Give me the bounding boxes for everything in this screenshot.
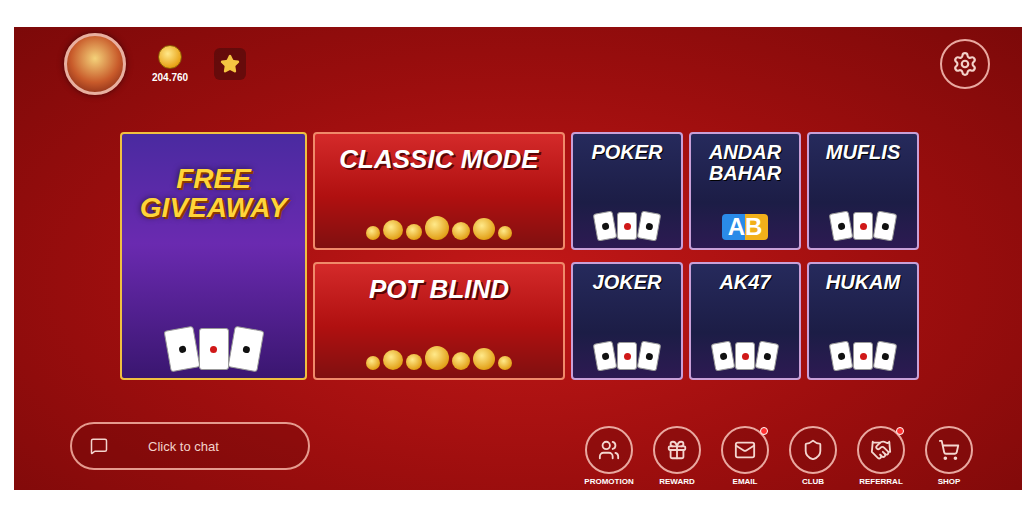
nav-icon bbox=[666, 439, 688, 461]
cards-icon bbox=[595, 342, 659, 370]
game-title: JOKER bbox=[593, 272, 662, 293]
game-badge: AB bbox=[722, 214, 769, 240]
settings-button[interactable] bbox=[940, 39, 990, 89]
nav-icon bbox=[734, 439, 756, 461]
game-title: FREE GIVEAWAY bbox=[126, 164, 301, 223]
notification-dot bbox=[760, 427, 768, 435]
cards-icon bbox=[831, 342, 895, 370]
chat-placeholder: Click to chat bbox=[148, 439, 219, 454]
game-grid: FREE GIVEAWAY CLASSIC MODE POKER ANDAR BAHA… bbox=[120, 132, 1022, 380]
nav-button bbox=[653, 426, 701, 474]
coin-icon bbox=[158, 45, 182, 69]
avatar-icon[interactable] bbox=[64, 33, 126, 95]
chat-icon bbox=[90, 437, 108, 455]
nav-label: REFERRAL bbox=[859, 477, 903, 486]
game-tile[interactable]: JOKER bbox=[571, 262, 683, 380]
game-tile[interactable]: CLASSIC MODE bbox=[313, 132, 565, 250]
gear-icon bbox=[952, 51, 978, 77]
game-tile[interactable]: ANDAR BAHAR AB bbox=[689, 132, 801, 250]
bottom-bar: Click to chat PROMOTION REWARD EMAIL CLUB REF… bbox=[14, 422, 1022, 490]
bottom-nav: PROMOTION REWARD EMAIL CLUB REFERRAL SHOP bbox=[580, 426, 978, 486]
cards-icon bbox=[713, 342, 777, 370]
chat-field[interactable]: Click to chat bbox=[70, 422, 310, 470]
nav-label: CLUB bbox=[802, 477, 824, 486]
nav-button bbox=[925, 426, 973, 474]
nav-icon bbox=[938, 439, 960, 461]
nav-item[interactable]: PROMOTION bbox=[580, 426, 638, 486]
cards-icon bbox=[595, 212, 659, 240]
nav-icon bbox=[802, 439, 824, 461]
game-title: MUFLIS bbox=[826, 142, 900, 163]
nav-label: SHOP bbox=[938, 477, 961, 486]
cards-icon bbox=[167, 328, 261, 370]
game-tile[interactable]: AK47 bbox=[689, 262, 801, 380]
nav-label: EMAIL bbox=[733, 477, 758, 486]
balance: 204.760 bbox=[152, 45, 188, 83]
game-title: AK47 bbox=[719, 272, 770, 293]
notification-dot bbox=[896, 427, 904, 435]
nav-button bbox=[789, 426, 837, 474]
lobby: 204.760 FREE GIVEAWAY CLASSIC MODE POKER AND… bbox=[14, 27, 1022, 490]
profile: 204.760 bbox=[64, 33, 246, 95]
nav-item[interactable]: REWARD bbox=[648, 426, 706, 486]
vip-star-icon[interactable] bbox=[214, 48, 246, 80]
nav-label: REWARD bbox=[659, 477, 695, 486]
coins-icon bbox=[366, 346, 512, 370]
game-title: CLASSIC MODE bbox=[339, 146, 538, 173]
game-title: ANDAR BAHAR bbox=[695, 142, 795, 184]
nav-label: PROMOTION bbox=[584, 477, 633, 486]
game-title: POKER bbox=[591, 142, 662, 163]
page: 204.760 FREE GIVEAWAY CLASSIC MODE POKER AND… bbox=[0, 0, 1024, 512]
game-title: HUKAM bbox=[826, 272, 900, 293]
nav-icon bbox=[870, 439, 892, 461]
balance-text: 204.760 bbox=[152, 72, 188, 83]
game-tile[interactable]: POT BLIND bbox=[313, 262, 565, 380]
game-tile[interactable]: HUKAM bbox=[807, 262, 919, 380]
game-title: POT BLIND bbox=[369, 276, 509, 303]
nav-item[interactable]: SHOP bbox=[920, 426, 978, 486]
game-tile[interactable]: FREE GIVEAWAY bbox=[120, 132, 307, 380]
nav-item[interactable]: REFERRAL bbox=[852, 426, 910, 486]
nav-item[interactable]: EMAIL bbox=[716, 426, 774, 486]
top-bar: 204.760 bbox=[14, 27, 1022, 97]
nav-icon bbox=[598, 439, 620, 461]
game-tile[interactable]: POKER bbox=[571, 132, 683, 250]
nav-button bbox=[585, 426, 633, 474]
cards-icon bbox=[831, 212, 895, 240]
nav-item[interactable]: CLUB bbox=[784, 426, 842, 486]
game-tile[interactable]: MUFLIS bbox=[807, 132, 919, 250]
coins-icon bbox=[366, 216, 512, 240]
